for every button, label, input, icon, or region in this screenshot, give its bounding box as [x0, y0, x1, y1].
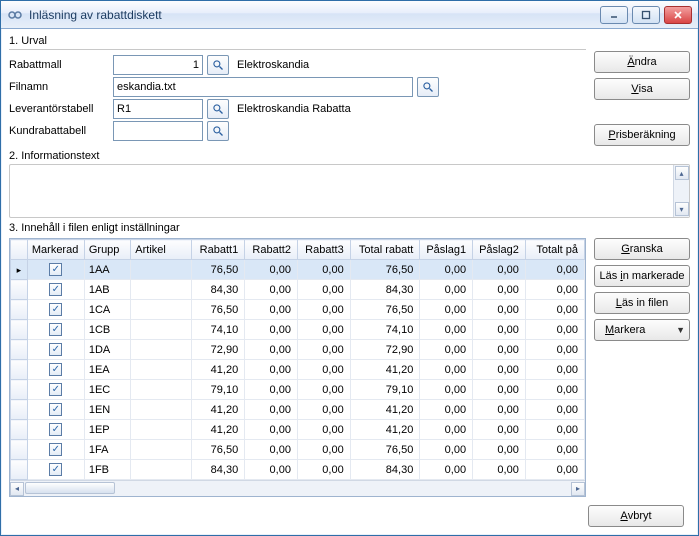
col-markerad[interactable]: Markerad	[27, 240, 84, 260]
las-in-filen-button[interactable]: Läs in filen	[594, 292, 690, 314]
kundtabell-lookup-button[interactable]	[207, 121, 229, 141]
chevron-down-icon: ▼	[676, 325, 685, 335]
col-rabatt2[interactable]: Rabatt2	[245, 240, 298, 260]
scroll-left-icon[interactable]: ◂	[10, 482, 24, 496]
checkbox-icon[interactable]: ✓	[49, 283, 62, 296]
window-buttons	[600, 6, 692, 24]
filnamn-input[interactable]	[113, 77, 413, 97]
levtabell-input[interactable]	[113, 99, 203, 119]
rabatmall-desc: Elektroskandia	[233, 59, 309, 71]
col-rabatt3[interactable]: Rabatt3	[297, 240, 350, 260]
col-paslag1[interactable]: Påslag1	[420, 240, 473, 260]
file-content-grid: Markerad Grupp Artikel Rabatt1 Rabatt2 R…	[9, 238, 586, 497]
checkbox-icon[interactable]: ✓	[49, 303, 62, 316]
table-row[interactable]: ✓1EA41,200,000,0041,200,000,000,00	[11, 360, 585, 380]
col-grupp[interactable]: Grupp	[84, 240, 130, 260]
table-row[interactable]: ✓1CA76,500,000,0076,500,000,000,00	[11, 300, 585, 320]
table-row[interactable]: ✓1DA72,900,000,0072,900,000,000,00	[11, 340, 585, 360]
grid-header-row: Markerad Grupp Artikel Rabatt1 Rabatt2 R…	[11, 240, 585, 260]
label-filnamn: Filnamn	[9, 81, 109, 93]
prisberakning-button[interactable]: Prisberäkning	[594, 124, 690, 146]
table-row[interactable]: ✓1EP41,200,000,0041,200,000,000,00	[11, 420, 585, 440]
grid-table[interactable]: Markerad Grupp Artikel Rabatt1 Rabatt2 R…	[10, 239, 585, 480]
checkbox-icon[interactable]: ✓	[49, 263, 62, 276]
col-rabatt1[interactable]: Rabatt1	[192, 240, 245, 260]
minimize-button[interactable]	[600, 6, 628, 24]
kundtabell-input[interactable]	[113, 121, 203, 141]
maximize-button[interactable]	[632, 6, 660, 24]
grid-corner[interactable]	[11, 240, 28, 260]
andra-button[interactable]: Ändra	[594, 51, 690, 73]
checkbox-icon[interactable]: ✓	[49, 443, 62, 456]
granska-button[interactable]: Granska	[594, 238, 690, 260]
app-window: Inläsning av rabattdiskett 1. Urval Raba…	[0, 0, 699, 536]
col-totaltpa[interactable]: Totalt på	[525, 240, 584, 260]
app-icon	[7, 7, 23, 23]
filnamn-lookup-button[interactable]	[417, 77, 439, 97]
close-button[interactable]	[664, 6, 692, 24]
hscroll-thumb[interactable]	[25, 482, 115, 494]
table-row[interactable]: ✓1AA76,500,000,0076,500,000,000,00	[11, 260, 585, 280]
levtabell-desc: Elektroskandia Rabatta	[233, 103, 351, 115]
scroll-right-icon[interactable]: ▸	[571, 482, 585, 496]
label-levtabell: Leverantörstabell	[9, 103, 109, 115]
table-row[interactable]: ✓1FB84,300,000,0084,300,000,000,00	[11, 460, 585, 480]
label-rabatmall: Rabattmall	[9, 59, 109, 71]
las-in-markerade-button[interactable]: Läs in markerade	[594, 265, 690, 287]
checkbox-icon[interactable]: ✓	[49, 463, 62, 476]
info-vscrollbar[interactable]: ▴ ▾	[673, 165, 689, 217]
table-row[interactable]: ✓1CB74,100,000,0074,100,000,000,00	[11, 320, 585, 340]
rabatmall-input[interactable]	[113, 55, 203, 75]
section3-legend: 3. Innehåll i filen enligt inställningar	[9, 222, 690, 234]
table-row[interactable]: ✓1EN41,200,000,0041,200,000,000,00	[11, 400, 585, 420]
table-row[interactable]: ✓1EC79,100,000,0079,100,000,000,00	[11, 380, 585, 400]
checkbox-icon[interactable]: ✓	[49, 323, 62, 336]
levtabell-lookup-button[interactable]	[207, 99, 229, 119]
label-kundtabell: Kundrabattabell	[9, 125, 109, 137]
checkbox-icon[interactable]: ✓	[49, 363, 62, 376]
table-row[interactable]: ✓1FA76,500,000,0076,500,000,000,00	[11, 440, 585, 460]
table-row[interactable]: ✓1AB84,300,000,0084,300,000,000,00	[11, 280, 585, 300]
checkbox-icon[interactable]: ✓	[49, 423, 62, 436]
checkbox-icon[interactable]: ✓	[49, 383, 62, 396]
client-area: 1. Urval Rabattmall Elektroskandia Filna…	[1, 29, 698, 535]
grid-hscrollbar[interactable]: ◂ ▸	[10, 480, 585, 496]
titlebar: Inläsning av rabattdiskett	[1, 1, 698, 29]
checkbox-icon[interactable]: ✓	[49, 343, 62, 356]
section2-legend: 2. Informationstext	[9, 150, 690, 162]
visa-button[interactable]: Visa	[594, 78, 690, 100]
window-title: Inläsning av rabattdiskett	[29, 8, 600, 22]
col-totalrabatt[interactable]: Total rabatt	[350, 240, 420, 260]
scroll-down-icon[interactable]: ▾	[675, 202, 689, 216]
informationstext-area[interactable]	[12, 167, 671, 215]
checkbox-icon[interactable]: ✓	[49, 403, 62, 416]
avbryt-button[interactable]: Avbryt	[588, 505, 684, 527]
col-artikel[interactable]: Artikel	[131, 240, 192, 260]
section1-legend: 1. Urval	[9, 35, 586, 47]
informationstext-box: ▴ ▾	[9, 164, 690, 218]
table-row[interactable]: ✓1H182,500,000,0082,500,000,000,00	[11, 480, 585, 481]
rabatmall-lookup-button[interactable]	[207, 55, 229, 75]
col-paslag2[interactable]: Påslag2	[473, 240, 526, 260]
markera-dropdown[interactable]: Markera ▼	[594, 319, 690, 341]
scroll-up-icon[interactable]: ▴	[675, 166, 689, 180]
